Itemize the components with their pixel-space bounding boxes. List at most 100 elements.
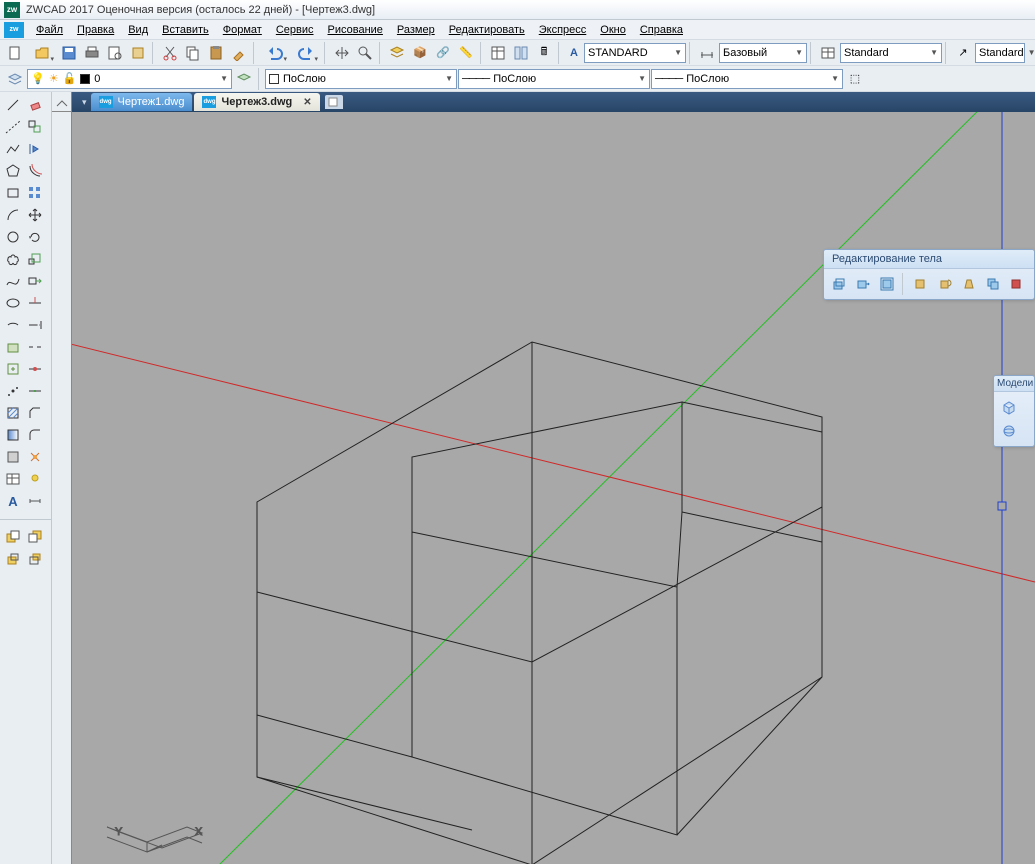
doc-tab-1[interactable]: dwg Чертеж1.dwg [91, 93, 193, 111]
redo-button[interactable] [291, 42, 321, 64]
print-button[interactable] [81, 42, 103, 64]
viewport[interactable]: Y X [72, 112, 1035, 864]
extend-button[interactable] [24, 314, 46, 336]
copy-button[interactable] [182, 42, 204, 64]
menu-draw[interactable]: Рисование [322, 22, 389, 38]
table-style-combo[interactable]: Standard▼ [840, 43, 942, 63]
layer-manager-button[interactable] [4, 68, 26, 90]
paste-button[interactable] [205, 42, 227, 64]
cut-button[interactable] [159, 42, 181, 64]
stretch-button[interactable] [24, 270, 46, 292]
offset-face-button[interactable] [876, 273, 898, 295]
dim-style-combo[interactable]: Базовый▼ [719, 43, 807, 63]
bring-above-button[interactable] [2, 548, 24, 570]
box-button[interactable] [998, 396, 1020, 418]
layer-combo[interactable]: 💡 ☀ 🔓 0 ▼ [27, 69, 232, 89]
taper-face-button[interactable] [958, 273, 980, 295]
layer-props-button[interactable] [386, 42, 408, 64]
menu-insert[interactable]: Вставить [156, 22, 215, 38]
tab-scroll-left[interactable]: ▾ [78, 97, 91, 108]
make-block-button[interactable] [2, 358, 24, 380]
save-button[interactable] [58, 42, 80, 64]
polyline-button[interactable] [2, 138, 24, 160]
color-face-button[interactable] [1006, 273, 1028, 295]
ellipse-arc-button[interactable] [2, 314, 24, 336]
menu-window[interactable]: Окно [594, 22, 632, 38]
table-button[interactable] [2, 468, 24, 490]
erase-button[interactable] [24, 94, 46, 116]
new-tab-button[interactable] [325, 95, 343, 109]
measure-button[interactable]: 📏 [455, 42, 477, 64]
menu-format[interactable]: Формат [217, 22, 268, 38]
properties-button[interactable] [487, 42, 509, 64]
trim-button[interactable] [24, 292, 46, 314]
linetype-combo[interactable]: ──── ПоСлою▼ [458, 69, 650, 89]
pan-button[interactable] [331, 42, 353, 64]
menu-express[interactable]: Экспресс [533, 22, 593, 38]
new-button[interactable] [4, 42, 26, 64]
menu-file[interactable]: Файл [30, 22, 69, 38]
menu-view[interactable]: Вид [122, 22, 154, 38]
revcloud-button[interactable] [2, 248, 24, 270]
rectangle-button[interactable] [2, 182, 24, 204]
arc-button[interactable] [2, 204, 24, 226]
xref-button[interactable]: 🔗 [432, 42, 454, 64]
mtext-button[interactable]: A [2, 490, 24, 512]
explode-button[interactable] [24, 446, 46, 468]
menu-edit[interactable]: Правка [71, 22, 120, 38]
light-button[interactable] [24, 468, 46, 490]
hatch-button[interactable] [2, 402, 24, 424]
calc-button[interactable]: 🖩 [533, 42, 555, 64]
close-icon[interactable]: ✕ [303, 97, 311, 108]
undo-button[interactable] [260, 42, 290, 64]
scale-button[interactable] [24, 248, 46, 270]
insert-block-button[interactable] [2, 336, 24, 358]
copy-obj-button[interactable] [24, 116, 46, 138]
modeling-panel[interactable]: Модели [993, 375, 1035, 447]
line-button[interactable] [2, 94, 24, 116]
extrude-face-button[interactable] [828, 273, 850, 295]
layer-prev-button[interactable] [233, 68, 255, 90]
break-button[interactable] [24, 336, 46, 358]
dimension-button[interactable] [24, 490, 46, 512]
copy-face-button[interactable] [982, 273, 1004, 295]
ellipse-button[interactable] [2, 292, 24, 314]
delete-face-button[interactable] [910, 273, 932, 295]
design-center-button[interactable] [510, 42, 532, 64]
xline-button[interactable] [2, 116, 24, 138]
zoom-realtime-button[interactable] [354, 42, 376, 64]
chamfer-button[interactable] [24, 402, 46, 424]
app-menu-icon[interactable]: zw [4, 22, 24, 38]
sphere-button[interactable] [998, 420, 1020, 442]
gradient-button[interactable] [2, 424, 24, 446]
menu-help[interactable]: Справка [634, 22, 689, 38]
doc-tab-2[interactable]: dwg Чертеж3.dwg ✕ [194, 93, 319, 111]
join-button[interactable] [24, 380, 46, 402]
color-combo[interactable]: ПоСлою▼ [265, 69, 457, 89]
text-style-combo[interactable]: STANDARD▼ [584, 43, 686, 63]
mleader-style-combo[interactable]: Standard▼ [975, 43, 1025, 63]
mirror-button[interactable] [24, 138, 46, 160]
circle-button[interactable] [2, 226, 24, 248]
send-under-button[interactable] [24, 548, 46, 570]
menu-dimension[interactable]: Размер [391, 22, 441, 38]
rotate-face-button[interactable] [934, 273, 956, 295]
publish-button[interactable] [127, 42, 149, 64]
bring-front-button[interactable] [2, 526, 24, 548]
array-button[interactable] [24, 182, 46, 204]
rotate-button[interactable] [24, 226, 46, 248]
send-back-button[interactable] [24, 526, 46, 548]
print-preview-button[interactable] [104, 42, 126, 64]
menu-tools[interactable]: Сервис [270, 22, 320, 38]
lineweight-combo[interactable]: ──── ПоСлою▼ [651, 69, 843, 89]
menu-modify[interactable]: Редактировать [443, 22, 531, 38]
region-button[interactable] [2, 446, 24, 468]
match-properties-button[interactable] [228, 42, 250, 64]
move-button[interactable] [24, 204, 46, 226]
block-button[interactable]: 📦 [409, 42, 431, 64]
spline-button[interactable] [2, 270, 24, 292]
polygon-button[interactable] [2, 160, 24, 182]
move-face-button[interactable] [852, 273, 874, 295]
offset-button[interactable] [24, 160, 46, 182]
fillet-button[interactable] [24, 424, 46, 446]
